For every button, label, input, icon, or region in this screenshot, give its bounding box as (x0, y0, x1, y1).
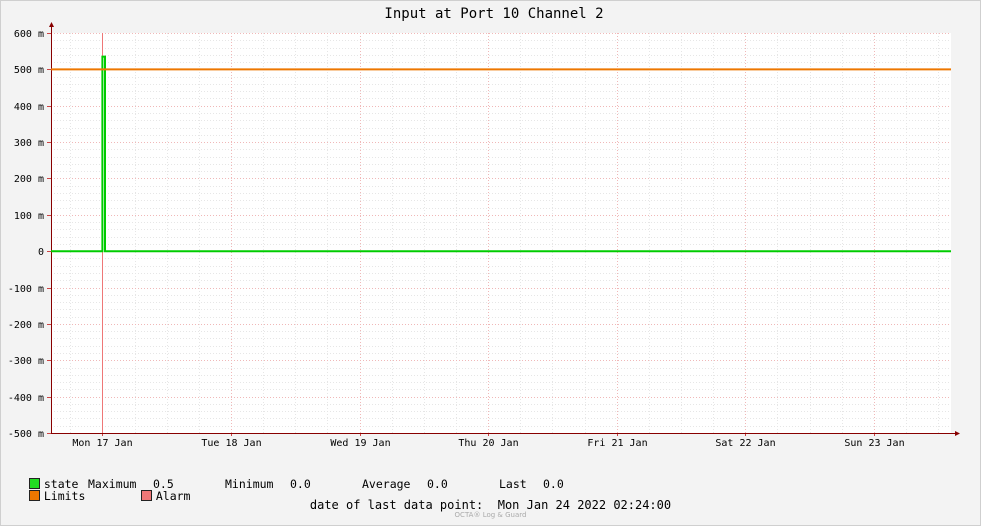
min-value: 0.0 (290, 477, 311, 491)
y-tick-label: 600 m (14, 29, 44, 40)
chart: Input at Port 10 Channel 2 600 m 500 m 400… (8, 6, 960, 449)
last-data-point: date of last data point: Mon Jan 24 2022… (0, 498, 981, 512)
y-tick-label: 200 m (14, 174, 44, 185)
last-value: 0.0 (543, 477, 564, 491)
y-tick-label: -200 m (8, 320, 44, 331)
last-label: Last (499, 477, 527, 491)
y-tick-label: -500 m (8, 429, 44, 440)
x-tick-label: Wed 19 Jan (330, 438, 390, 449)
min-label: Minimum (225, 477, 274, 491)
watermark: OCTA® Log & Guard (454, 511, 527, 519)
y-tick-label: 300 m (14, 138, 44, 149)
y-axis: 600 m 500 m 400 m 300 m 200 m 100 m 0 -100 m -20… (8, 22, 54, 440)
y-tick-label: 400 m (14, 102, 44, 113)
x-axis-arrow (955, 431, 960, 436)
x-tick-label: Fri 21 Jan (587, 438, 647, 449)
x-tick-label: Thu 20 Jan (458, 438, 518, 449)
y-tick-label: 0 (38, 247, 44, 258)
avg-label: Average (362, 477, 411, 491)
x-tick-label: Tue 18 Jan (201, 438, 261, 449)
plot-area (51, 33, 951, 433)
last-point-value: Mon Jan 24 2022 02:24:00 (497, 498, 672, 512)
x-tick-label: Sun 23 Jan (844, 438, 904, 449)
y-tick-label: -300 m (8, 356, 44, 367)
last-point-label: date of last data point: (309, 498, 484, 512)
y-tick-label: -400 m (8, 393, 44, 404)
chart-title: Input at Port 10 Channel 2 (384, 6, 603, 22)
x-tick-label: Mon 17 Jan (72, 438, 132, 449)
y-tick-label: 500 m (14, 65, 44, 76)
x-axis: Mon 17 Jan Tue 18 Jan Wed 19 Jan Thu 20 Jan… (51, 431, 960, 449)
y-tick-label: -100 m (8, 284, 44, 295)
y-tick-label: 100 m (14, 211, 44, 222)
x-tick-label: Sat 22 Jan (715, 438, 775, 449)
avg-value: 0.0 (427, 477, 448, 491)
y-axis-arrow (49, 22, 54, 27)
